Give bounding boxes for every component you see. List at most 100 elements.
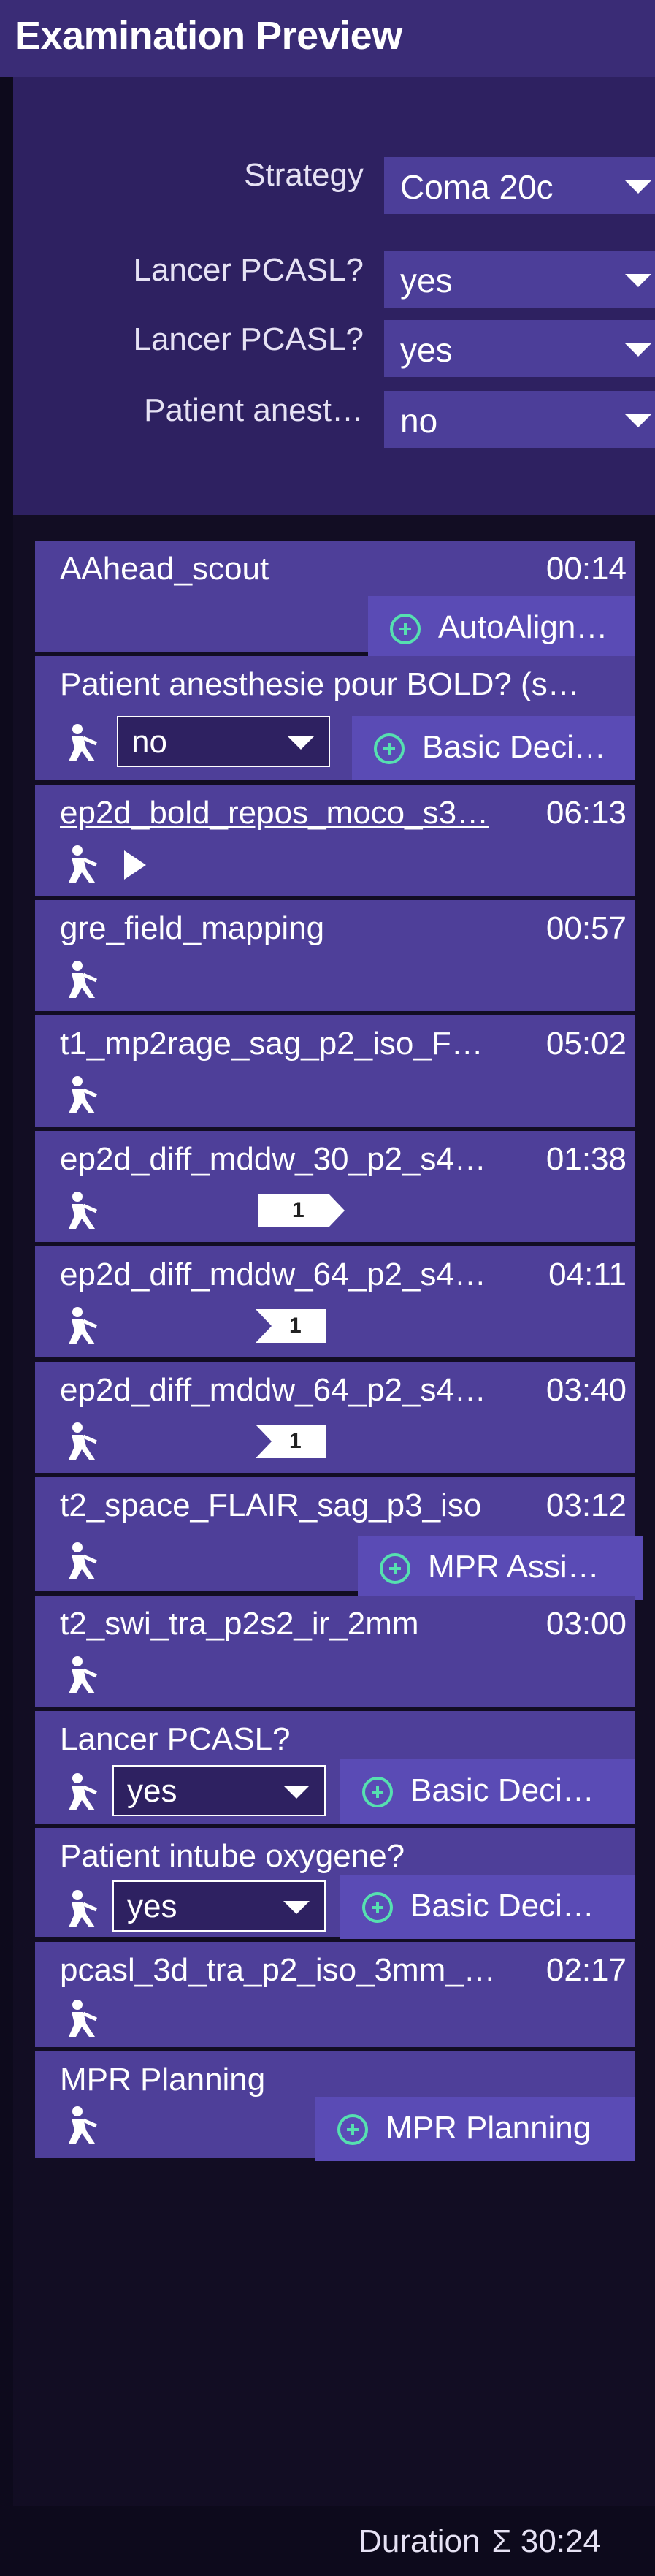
plus-circle-icon [380,1553,410,1584]
series-link-count: 1 [292,1198,304,1222]
protocol-row-ep2d-diff-64-a[interactable]: ep2d_diff_mddw_64_p2_s4… 04:11 1 [35,1246,635,1357]
plus-circle-icon [362,1892,393,1923]
protocol-row-t2-space-flair[interactable]: t2_space_FLAIR_sag_p3_iso 03:12 MPR Assi… [35,1477,643,1600]
plus-circle-icon [362,1777,393,1807]
person-icon [69,1656,98,1693]
protocol-row-t1-mp2rage[interactable]: t1_mp2rage_sag_p2_iso_F… 05:02 [35,1015,635,1127]
person-icon [69,1542,98,1579]
basic-decision-label-2: Basic Deci… [410,1772,594,1808]
protocol-row-ep2d-bold[interactable]: ep2d_bold_repos_moco_s3… 06:13 [35,785,635,896]
person-icon [69,2000,98,2037]
protocol-duration: 06:13 [545,795,627,831]
protocol-duration: 03:40 [545,1372,627,1408]
protocol-duration: 00:57 [545,910,627,946]
plus-circle-icon [374,733,405,764]
protocol-duration: 01:38 [545,1141,627,1177]
lancer-pcasl-decision-select[interactable]: yes [112,1765,326,1816]
person-icon [69,961,98,998]
person-icon [69,1422,98,1460]
person-icon [69,1192,98,1229]
series-link-flag: 1 [256,1425,326,1458]
person-icon [69,1890,98,1927]
protocol-name: MPR Planning [60,2062,266,2097]
chevron-down-icon [625,274,651,287]
strategy-settings-panel: Strategy Coma 20c Lancer PCASL? yes Lanc… [13,77,655,515]
lancer-pcasl-decision-value: yes [127,1773,177,1809]
basic-decision-label-1: Basic Deci… [422,729,606,765]
protocol-name: t2_swi_tra_p2s2_ir_2mm [60,1606,419,1642]
strategy-select[interactable]: Coma 20c [384,157,655,214]
anesthesie-bold-select[interactable]: no [117,716,330,767]
lancer-pcasl-value-2: yes [400,331,453,369]
protocol-duration: 05:02 [545,1026,627,1062]
lancer-pcasl-select-1[interactable]: yes [384,251,655,308]
patient-anesthesie-label: Patient anest… [144,392,364,428]
chevron-down-icon [625,343,651,357]
person-icon [69,1773,98,1810]
protocol-duration: 02:17 [545,1952,627,1988]
protocol-name: gre_field_mapping [60,910,325,946]
decision-question: Patient anesthesie pour BOLD? (s… [60,666,580,702]
protocol-row-ep2d-diff-64-b[interactable]: ep2d_diff_mddw_64_p2_s4… 03:40 1 [35,1362,635,1473]
basic-decision-button-1[interactable]: Basic Deci… [352,716,635,780]
protocol-row-aahead-scout[interactable]: AAhead_scout 00:14 AutoAlign… [35,541,635,660]
protocol-duration: 03:00 [545,1606,627,1642]
protocol-row-mpr-planning[interactable]: MPR Planning MPR Planning [35,2051,635,2161]
protocol-name: ep2d_diff_mddw_64_p2_s4… [60,1372,486,1408]
person-icon [69,845,98,883]
strategy-label: Strategy [244,157,364,193]
person-icon [69,1076,98,1113]
chevron-down-icon [283,1786,310,1799]
protocol-row-ep2d-diff-30[interactable]: ep2d_diff_mddw_30_p2_s4… 01:38 1 [35,1131,635,1242]
chevron-down-icon [625,414,651,427]
duration-total: Σ 30:24 [491,2523,601,2559]
strategy-value: Coma 20c [400,168,554,206]
plus-circle-icon [337,2114,368,2145]
play-icon[interactable] [124,850,146,880]
patient-intube-value: yes [127,1889,177,1924]
anesthesie-bold-value: no [131,724,167,760]
person-icon [69,2106,98,2144]
person-icon [69,724,98,761]
lancer-pcasl-label-2: Lancer PCASL? [133,321,364,357]
basic-decision-button-3[interactable]: Basic Deci… [340,1875,635,1939]
decision-row-anesthesie-bold[interactable]: Patient anesthesie pour BOLD? (s… no Bas… [35,656,635,780]
protocol-name: pcasl_3d_tra_p2_iso_3mm_… [60,1952,496,1988]
duration-footer: Duration Σ 30:24 [0,2506,655,2576]
protocol-duration: 00:14 [545,551,627,587]
protocol-row-t2-swi[interactable]: t2_swi_tra_p2s2_ir_2mm 03:00 [35,1596,635,1707]
protocol-name: ep2d_diff_mddw_30_p2_s4… [60,1141,486,1177]
protocol-row-gre-field-mapping[interactable]: gre_field_mapping 00:57 [35,900,635,1011]
lancer-pcasl-label-1: Lancer PCASL? [133,252,364,288]
protocol-name: ep2d_diff_mddw_64_p2_s4… [60,1257,486,1292]
protocol-duration: 04:11 [548,1257,627,1292]
basic-decision-button-2[interactable]: Basic Deci… [340,1759,635,1824]
decision-question: Patient intube oxygene? [60,1838,405,1874]
chevron-down-icon [625,180,651,194]
protocol-name: t1_mp2rage_sag_p2_iso_F… [60,1026,483,1062]
protocol-duration: 03:12 [545,1487,627,1523]
series-link-flag: 1 [258,1194,345,1227]
mpr-planning-button[interactable]: MPR Planning [315,2097,635,2161]
protocol-name: ep2d_bold_repos_moco_s3… [60,795,489,831]
mpr-assistant-button[interactable]: MPR Assi… [358,1536,643,1600]
examination-preview-header: Examination Preview [0,0,655,77]
chevron-down-icon [283,1901,310,1914]
protocol-name: t2_space_FLAIR_sag_p3_iso [60,1487,482,1523]
protocol-row-pcasl-3d[interactable]: pcasl_3d_tra_p2_iso_3mm_… 02:17 [35,1942,635,2047]
patient-intube-select[interactable]: yes [112,1880,326,1932]
mpr-planning-label: MPR Planning [386,2110,591,2146]
patient-anesthesie-value: no [400,402,438,440]
autoalign-button[interactable]: AutoAlign… [368,596,635,660]
series-link-count: 1 [289,1429,302,1453]
decision-row-patient-intube[interactable]: Patient intube oxygene? yes Basic Deci… [35,1828,635,1939]
patient-anesthesie-select[interactable]: no [384,391,655,448]
duration-label: Duration [359,2523,480,2559]
series-link-flag: 1 [256,1309,326,1343]
decision-row-lancer-pcasl[interactable]: Lancer PCASL? yes Basic Deci… [35,1711,635,1824]
page-title: Examination Preview [15,14,402,58]
autoalign-button-label: AutoAlign… [438,609,608,645]
lancer-pcasl-select-2[interactable]: yes [384,320,655,377]
chevron-down-icon [288,736,314,750]
total-duration: Duration Σ 30:24 [359,2523,601,2560]
